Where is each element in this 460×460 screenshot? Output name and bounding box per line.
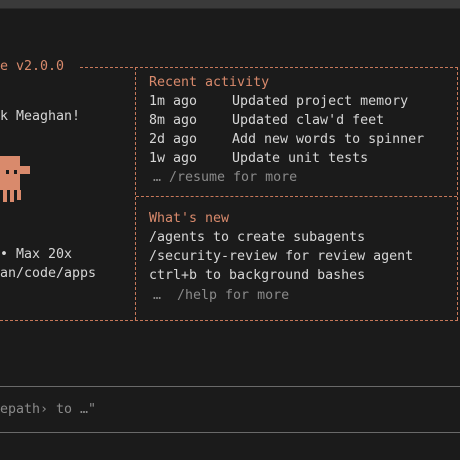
panel-bottom-border <box>0 320 458 321</box>
whats-new-item: /agents to create subagents <box>149 230 366 245</box>
working-directory: an/code/apps <box>0 266 97 281</box>
activity-time: 1w ago <box>149 151 198 166</box>
activity-text: Updated project memory <box>232 94 409 109</box>
whats-new-item: /security-review for review agent <box>149 249 414 264</box>
panel-top-border <box>80 67 458 68</box>
window-top-edge <box>0 8 460 9</box>
window-top-bar <box>0 0 460 8</box>
prompt-input[interactable]: epath› to …" <box>0 387 460 431</box>
whats-new-item: ctrl+b to background bashes <box>149 268 366 283</box>
panel-row-divider <box>136 196 457 197</box>
whats-new-heading: What's new <box>149 211 230 226</box>
recent-activity-heading: Recent activity <box>149 75 270 90</box>
help-more-link[interactable]: … /help for more <box>153 288 289 304</box>
mascot-icon <box>0 156 30 202</box>
activity-time: 8m ago <box>149 113 198 128</box>
resume-more-link[interactable]: … /resume for more <box>153 170 297 186</box>
panel-right-border <box>457 67 458 320</box>
activity-text: Update unit tests <box>232 151 369 166</box>
prompt-placeholder: epath› to …" <box>0 402 97 417</box>
activity-text: Updated claw'd feet <box>232 113 385 128</box>
activity-text: Add new words to spinner <box>232 132 425 147</box>
activity-time: 1m ago <box>149 94 198 109</box>
panel-title: e v2.0.0 <box>0 59 65 74</box>
panel-column-divider <box>135 67 136 320</box>
prompt-bottom-divider <box>0 432 460 433</box>
plan-label: • Max 20x <box>0 247 73 262</box>
activity-time: 2d ago <box>149 132 198 147</box>
welcome-greeting: k Meaghan! <box>0 109 81 124</box>
